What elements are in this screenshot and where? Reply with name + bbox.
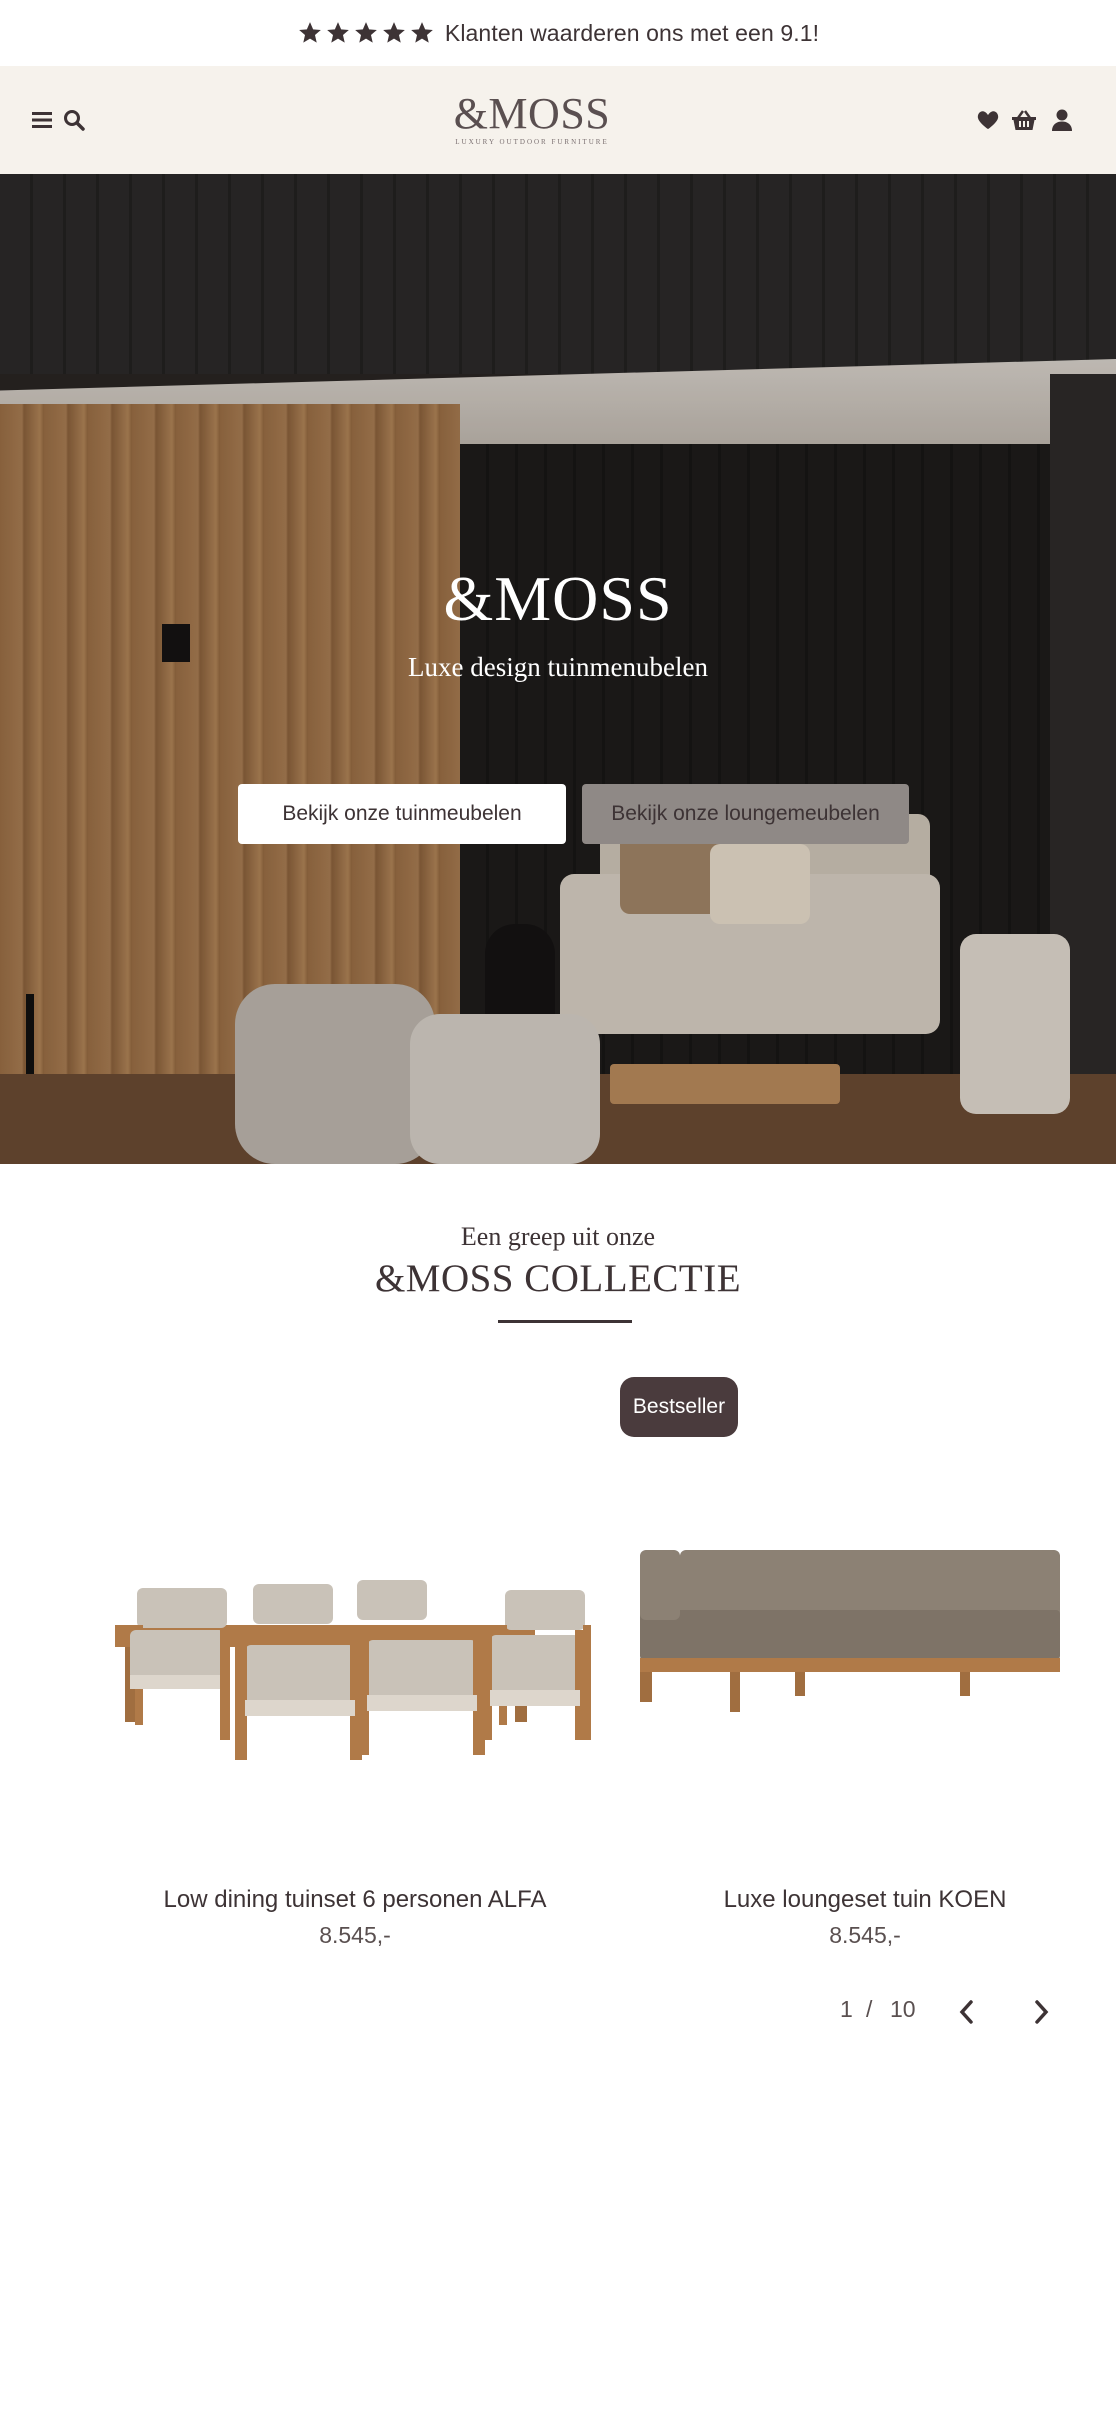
rating-text[interactable]: Klanten waarderen ons met een 9.1! (445, 20, 819, 47)
product-name[interactable]: Luxe loungeset tuin KOEN (630, 1886, 1060, 1914)
hero-subtitle: Luxe design tuinmenubelen (408, 652, 708, 682)
bestseller-badge: Bestseller (620, 1377, 738, 1437)
view-lounge-furniture-button[interactable]: Bekijk onze loungemeubelen (582, 784, 909, 844)
product-image-lounge-set[interactable] (630, 1460, 1060, 1860)
star-icon (353, 20, 379, 46)
chevron-right-icon[interactable] (1028, 1998, 1056, 2026)
section-title: &MOSS COLLECTIE (374, 1257, 742, 1300)
chevron-left-icon[interactable] (952, 1998, 980, 2026)
hero-logo: &MOSS (443, 563, 673, 634)
product-image-dining-set[interactable] (95, 1460, 615, 1860)
product-card[interactable]: Low dining tuinset 6 personen ALFA 8.545… (95, 1460, 615, 1980)
site-logo[interactable]: &MOSS Luxury outdoor furniture (452, 92, 612, 148)
view-garden-furniture-button[interactable]: Bekijk onze tuinmeubelen (238, 784, 566, 844)
star-icon (297, 20, 323, 46)
product-card[interactable]: Luxe loungeset tuin KOEN 8.545,- (630, 1460, 1060, 1980)
search-icon[interactable] (60, 106, 88, 134)
star-icon (381, 20, 407, 46)
pager-separator: / (866, 1996, 873, 2022)
basket-icon[interactable] (1010, 106, 1038, 134)
heart-icon[interactable] (974, 106, 1002, 134)
product-name[interactable]: Low dining tuinset 6 personen ALFA (95, 1886, 615, 1914)
site-header: &MOSS Luxury outdoor furniture (0, 66, 1116, 174)
star-icon (409, 20, 435, 46)
pager-current: 1 (840, 1996, 853, 2022)
user-icon[interactable] (1048, 106, 1076, 134)
rating-stars (297, 20, 435, 46)
section-pretitle: Een greep uit onze (460, 1222, 656, 1251)
logo-main: &MOSS (453, 89, 611, 138)
carousel-pager: 1 / 10 (820, 1992, 1070, 2032)
rating-bar: Klanten waarderen ons met een 9.1! (0, 0, 1116, 66)
logo-tagline: Luxury outdoor furniture (455, 138, 609, 146)
product-price: 8.545,- (319, 1922, 391, 1948)
hero-banner: &MOSS Luxe design tuinmenubelen Bekijk o… (0, 174, 1116, 1164)
pager-total: 10 (890, 1996, 916, 2022)
section-divider (498, 1320, 632, 1323)
star-icon (325, 20, 351, 46)
menu-icon[interactable] (28, 106, 56, 134)
product-price: 8.545,- (829, 1922, 901, 1948)
